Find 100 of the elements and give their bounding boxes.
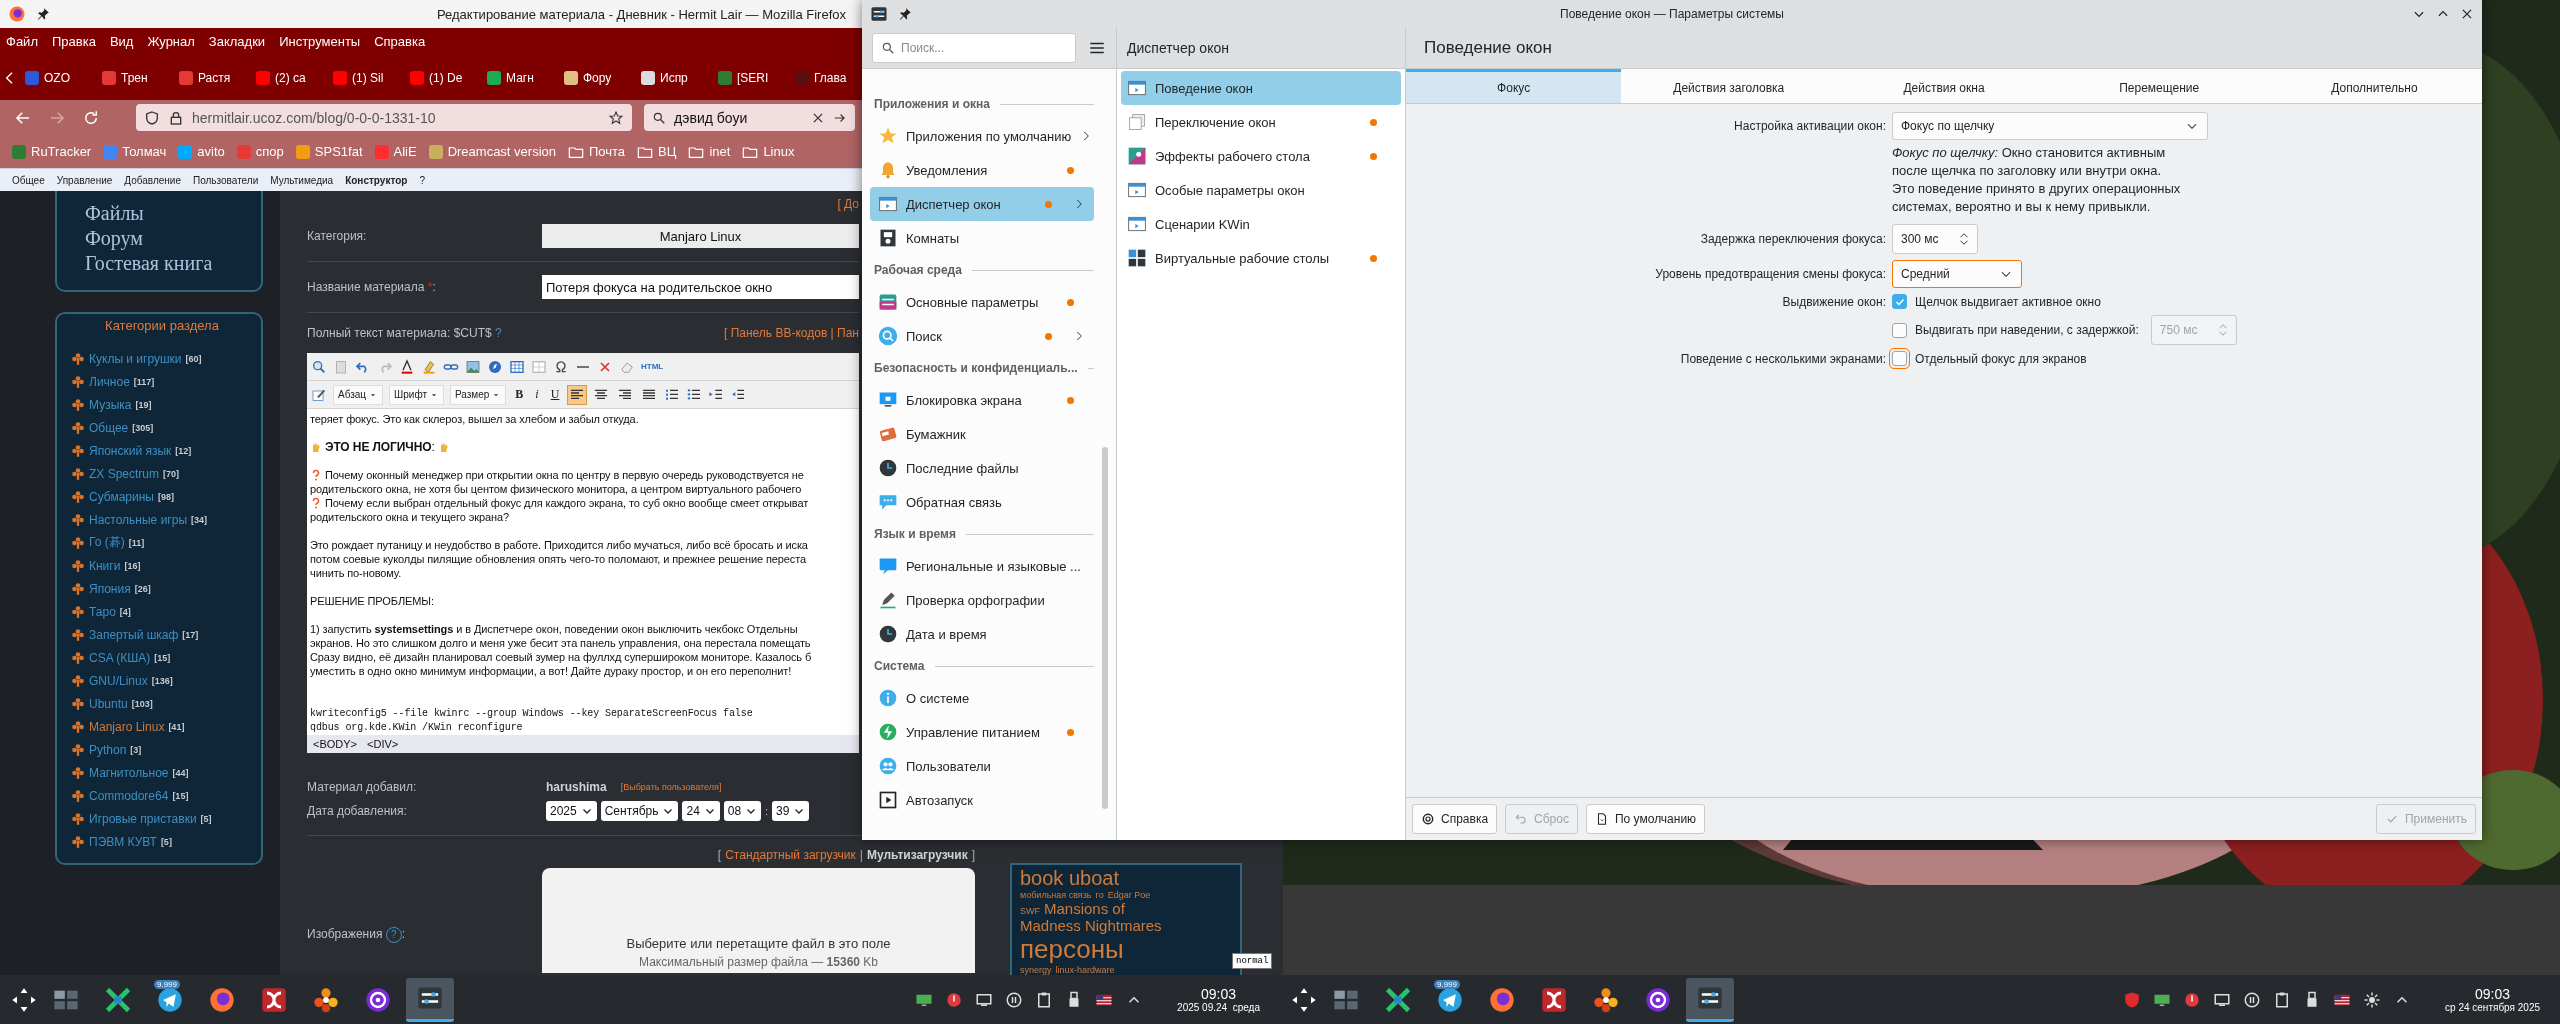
category-link[interactable]: Книги	[89, 558, 121, 573]
category-link[interactable]: Python	[89, 742, 127, 757]
sidebar-item[interactable]: Диспетчер окон	[870, 187, 1094, 221]
pause-icon[interactable]	[1005, 990, 1024, 1009]
category-link[interactable]: ПЭВМ КУВТ	[89, 834, 157, 849]
tag-link[interactable]: linux-hardware	[1055, 965, 1115, 975]
format-dropdown[interactable]: Шрифт	[389, 384, 444, 405]
admin-menu-item[interactable]: Мультимедиа	[270, 174, 334, 186]
sidebar-item[interactable]: Бумажник	[870, 417, 1094, 451]
sidebar-item[interactable]: Проверка орфографии	[870, 583, 1094, 617]
bookmark[interactable]: RuTracker	[12, 144, 92, 159]
date-select[interactable]: 24	[682, 801, 720, 821]
zoom-icon[interactable]	[311, 358, 327, 375]
style-button[interactable]: B	[512, 387, 527, 402]
tag-link[interactable]: book uboat	[1020, 867, 1119, 890]
browser-tab[interactable]: Фору	[561, 61, 634, 94]
category-link[interactable]: CSA (КША)	[89, 650, 151, 665]
admin-menu-item[interactable]: Общее	[12, 174, 45, 186]
sidebar-item[interactable]: Обратная связь	[870, 485, 1094, 519]
footer-button[interactable]: Справка	[1412, 804, 1498, 834]
browser-tab[interactable]: Магн	[484, 61, 557, 94]
sidebar-item[interactable]: Дата и время	[870, 617, 1094, 651]
element-path-tag[interactable]: <BODY>	[313, 738, 358, 750]
browser-tab[interactable]: (1) Sil	[330, 61, 403, 94]
browser-tab[interactable]: Глава	[792, 61, 865, 94]
tag-link[interactable]: го	[1095, 890, 1104, 900]
format-dropdown[interactable]: Размер	[449, 384, 507, 405]
browser-icon[interactable]	[8, 5, 26, 23]
align-icon[interactable]	[568, 385, 587, 404]
date-select[interactable]: 08	[723, 801, 762, 821]
date-select[interactable]: 2025	[546, 801, 597, 821]
module-item[interactable]: Поведение окон	[1121, 71, 1401, 105]
checkbox-label[interactable]: Отдельный фокус для экранов	[1915, 351, 2087, 366]
clock[interactable]: 09:03 2025 09.24 среда	[1177, 986, 1260, 1013]
module-item[interactable]: Переключение окон	[1121, 105, 1401, 139]
menu-item[interactable]: Файл	[6, 34, 38, 49]
pause-icon[interactable]	[2243, 990, 2262, 1009]
image-icon[interactable]	[465, 358, 481, 375]
element-path-tag[interactable]: <DIV>	[367, 738, 399, 750]
browser-tab[interactable]: Трен	[99, 61, 172, 94]
scrollbar[interactable]	[1102, 447, 1108, 809]
pin-icon[interactable]	[36, 7, 50, 21]
link[interactable]: [ До	[837, 197, 859, 211]
sidebar-item[interactable]: Поиск	[870, 319, 1094, 353]
loader-link[interactable]: Мультизагрузчик	[866, 848, 968, 862]
link[interactable]: [Выбрать пользователя]	[620, 782, 722, 792]
tag-link[interactable]: Mansions of	[1044, 900, 1125, 917]
style-button[interactable]: i	[532, 387, 542, 402]
link[interactable]: [ Панель BB-кодов | Пан	[723, 326, 859, 340]
close-icon[interactable]	[2460, 7, 2474, 21]
omega-icon[interactable]	[553, 358, 569, 375]
sidebar-item[interactable]: Последние файлы	[870, 451, 1094, 485]
category-link[interactable]: Commodore64	[89, 788, 169, 803]
admin-menu-item[interactable]: ?	[419, 174, 425, 186]
tag-link[interactable]: Edgar Poe	[1107, 890, 1151, 900]
bookmark[interactable]: Linux	[742, 143, 795, 160]
sidebar-item[interactable]: Управление питанием	[870, 715, 1094, 749]
tag-link[interactable]: SWF	[1020, 906, 1040, 916]
style-button[interactable]: U	[547, 387, 563, 402]
title-field[interactable]: Потеря фокуса на родительское окно	[542, 275, 859, 299]
search-field[interactable]: Поиск...	[872, 33, 1076, 63]
tag-link[interactable]: Madness	[1020, 917, 1081, 934]
tab[interactable]: Перемещение	[2051, 69, 2267, 103]
highlight-icon[interactable]	[421, 358, 437, 375]
admin-menu-item[interactable]: Управление	[56, 174, 113, 186]
task-button[interactable]: 9.999	[1426, 977, 1474, 1022]
nav-link[interactable]: Гостевая книга	[85, 251, 261, 276]
category-link[interactable]: Личное	[89, 374, 130, 389]
star-icon[interactable]	[608, 109, 624, 126]
alert-icon[interactable]	[2183, 990, 2202, 1009]
bookmark[interactable]: Dreamcast version	[428, 144, 556, 159]
menu-item[interactable]: Справка	[374, 34, 426, 49]
category-link[interactable]: Manjaro Linux	[89, 719, 165, 734]
category-link[interactable]: Таро	[89, 604, 116, 619]
sidebar-item[interactable]: Региональные и языковые ...	[870, 549, 1094, 583]
browser-tab[interactable]: Испр	[638, 61, 711, 94]
file-dropzone[interactable]: Выберите или перетащите файл в это поле Максимальный размер файла — 15360 Kb	[542, 868, 975, 973]
sidebar-item[interactable]: О системе	[870, 681, 1094, 715]
category-link[interactable]: Музыка	[89, 397, 132, 412]
dropdown[interactable]: Фокус по щелчку	[1892, 112, 2208, 140]
module-item[interactable]: Виртуальные рабочие столы	[1121, 241, 1401, 275]
category-link[interactable]: Япония	[89, 581, 131, 596]
sidebar-item[interactable]: Основные параметры	[870, 285, 1094, 319]
bookmark[interactable]: SPS1fat	[295, 144, 363, 159]
clock[interactable]: 09:03 ср 24 сентября 2025	[2445, 986, 2540, 1013]
date-select[interactable]: 39	[771, 801, 810, 821]
tab[interactable]: Фокус	[1406, 69, 1622, 103]
browser-tab[interactable]: Растя	[176, 61, 249, 94]
tag-link[interactable]: мобильная связь	[1020, 890, 1092, 900]
bookmark[interactable]: avito	[178, 144, 225, 159]
tab[interactable]: Дополнительно	[2266, 69, 2482, 103]
category-field[interactable]: Manjaro Linux	[542, 224, 859, 248]
checkbox-label[interactable]: Щелчок выдвигает активное окно	[1915, 294, 2101, 309]
dropdown[interactable]: Средний	[1892, 260, 2022, 288]
loader-link[interactable]: Стандартный загрузчик	[725, 848, 856, 862]
category-link[interactable]: Ubuntu	[89, 696, 128, 711]
admin-menu-item[interactable]: Добавление	[124, 174, 181, 186]
browser-tab[interactable]: (2) ca	[253, 61, 326, 94]
table-icon[interactable]	[509, 358, 525, 375]
date-select[interactable]: Сентябрь	[600, 801, 679, 821]
